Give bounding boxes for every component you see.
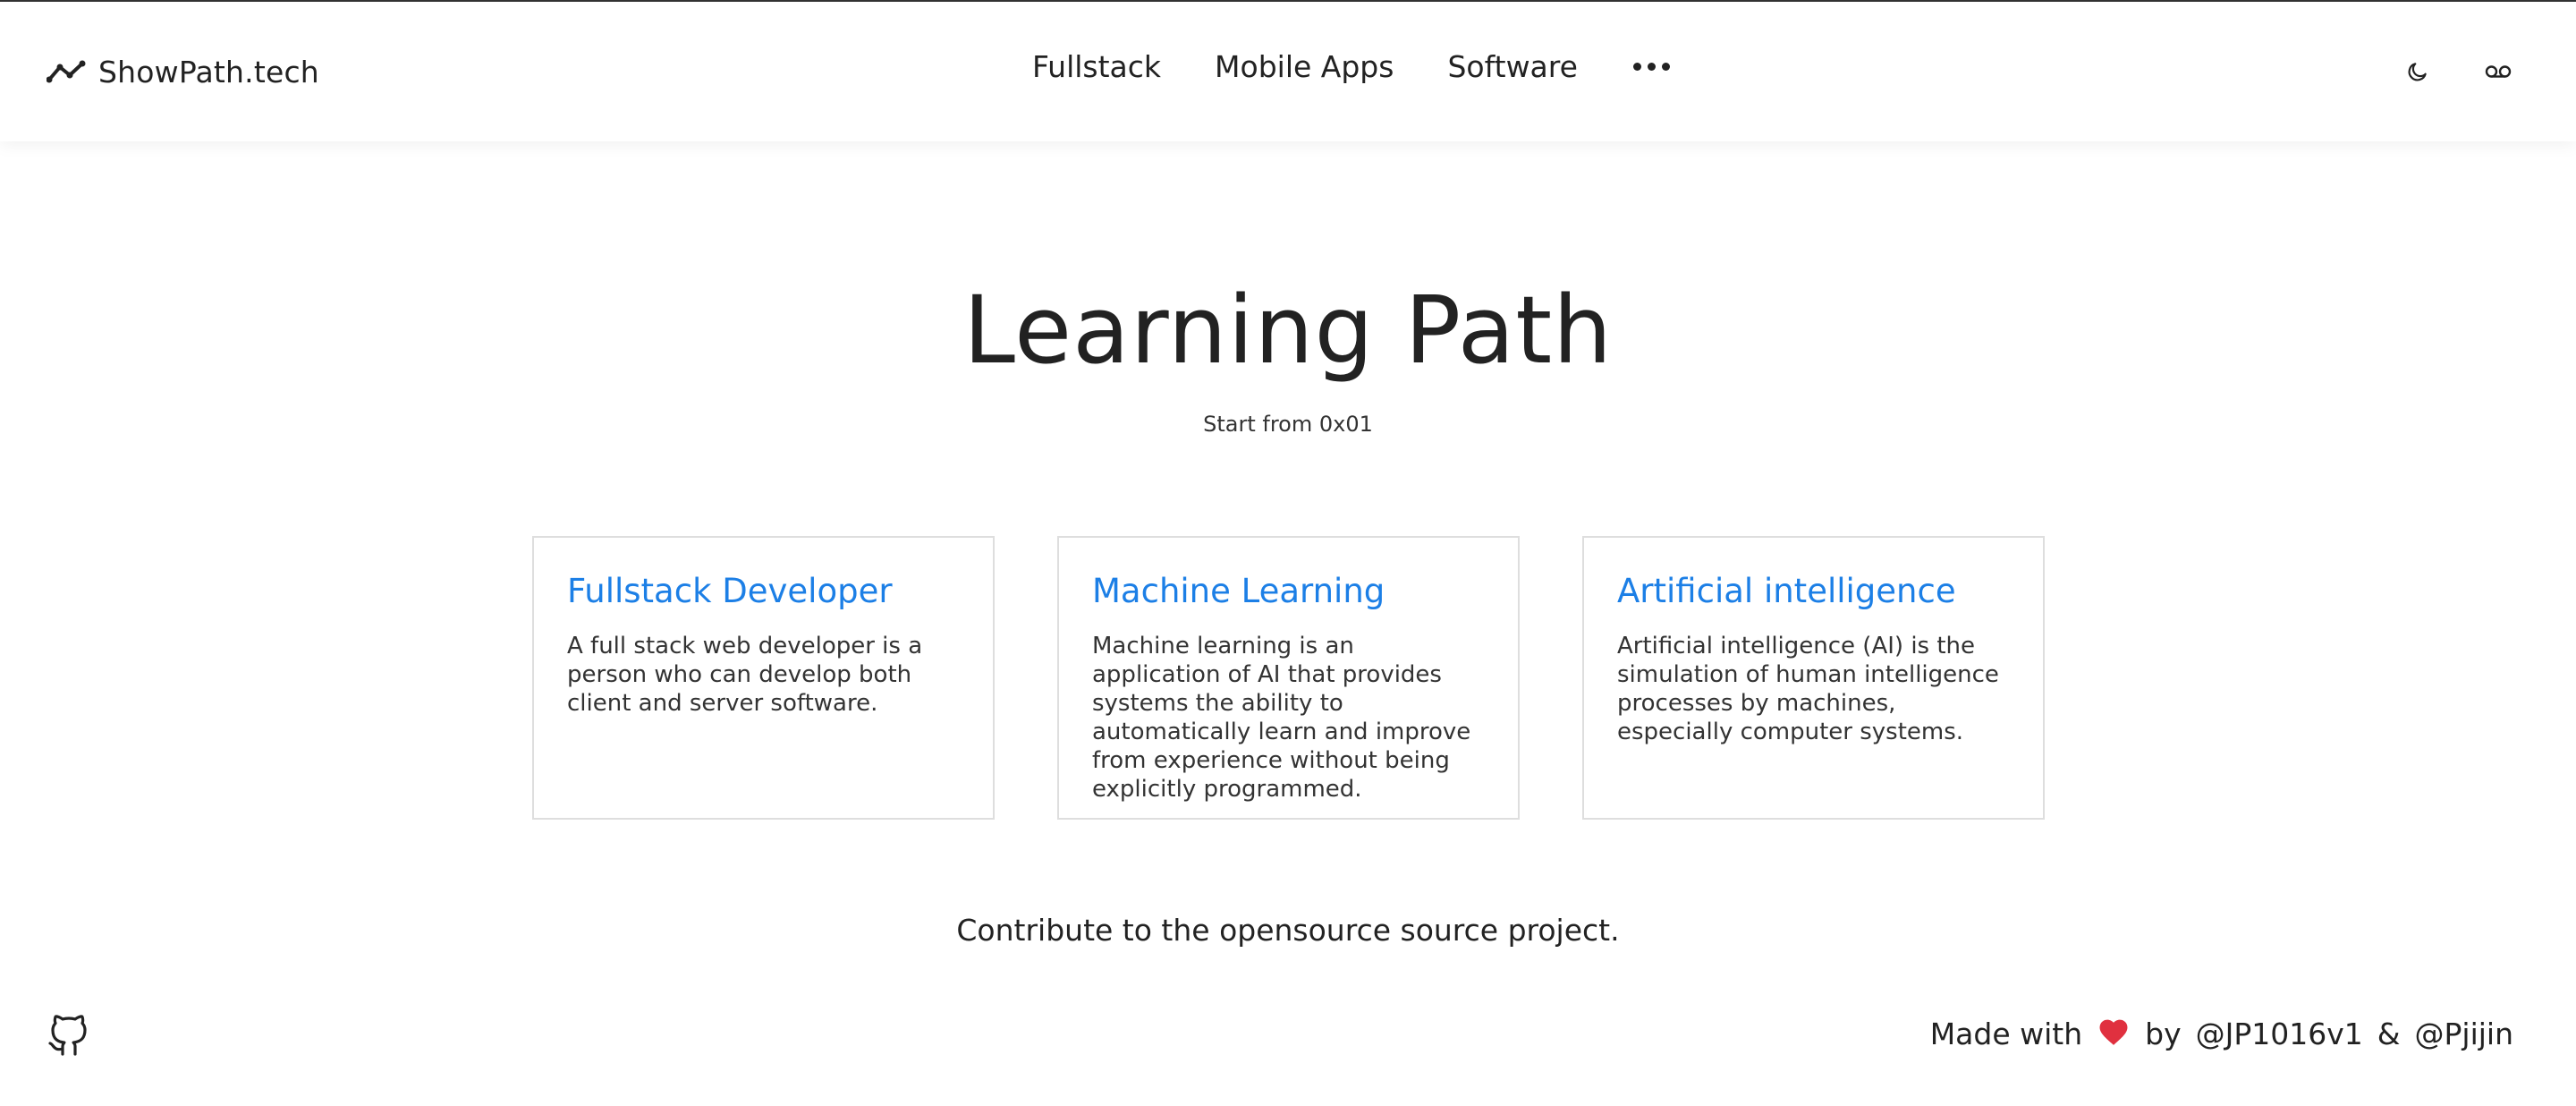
by-text: by [2145, 1017, 2182, 1051]
site-header: ShowPath.tech Fullstack Mobile Apps Soft… [0, 2, 2576, 141]
dot [1647, 62, 1656, 71]
header-actions [2406, 2, 2512, 141]
author-link-jp1016v1[interactable]: @JP1016v1 [2196, 1017, 2363, 1051]
nav-fullstack[interactable]: Fullstack [1032, 49, 1161, 84]
card-fullstack-developer[interactable]: Fullstack Developer A full stack web dev… [532, 536, 995, 820]
ampersand: & [2377, 1017, 2401, 1051]
card-description: Artificial intelligence (AI) is the simu… [1617, 633, 1999, 745]
path-cards: Fullstack Developer A full stack web dev… [532, 536, 2045, 820]
brand-link[interactable]: ShowPath.tech [47, 2, 319, 141]
card-title[interactable]: Fullstack Developer [567, 572, 961, 610]
moon-icon[interactable] [2406, 60, 2429, 83]
page-subtitle: Start from 0x01 [1203, 412, 1373, 437]
trending-line-icon [47, 59, 86, 84]
dot [1661, 62, 1670, 71]
author-link-pjijin[interactable]: @Pjijin [2415, 1017, 2514, 1051]
made-with-text: Made with [1929, 1017, 2083, 1051]
main-nav: Fullstack Mobile Apps Software [1032, 2, 1672, 131]
nav-mobile-apps[interactable]: Mobile Apps [1215, 49, 1394, 84]
card-title[interactable]: Machine Learning [1092, 572, 1486, 610]
card-description: A full stack web developer is a person w… [567, 633, 923, 717]
page-title: Learning Path [962, 276, 1614, 385]
brand-name: ShowPath.tech [98, 54, 319, 89]
card-artificial-intelligence[interactable]: Artificial intelligence Artificial intel… [1582, 536, 2045, 820]
github-icon[interactable] [47, 1015, 89, 1061]
nav-software[interactable]: Software [1447, 49, 1577, 84]
heart-icon [2097, 1016, 2131, 1046]
dot [1632, 62, 1641, 71]
card-description: Machine learning is an application of AI… [1092, 633, 1471, 803]
made-with-credit: Made with by @JP1016v1 & @Pjijin [1930, 1017, 2513, 1051]
more-horizontal-icon[interactable] [1631, 57, 1672, 76]
card-machine-learning[interactable]: Machine Learning Machine learning is an … [1057, 536, 1520, 820]
voicemail-icon[interactable] [2485, 64, 2512, 80]
card-title[interactable]: Artificial intelligence [1617, 572, 2011, 610]
site-footer: Made with by @JP1016v1 & @Pjijin [0, 1004, 2576, 1076]
contribute-text: Contribute to the opensource source proj… [956, 913, 1620, 948]
